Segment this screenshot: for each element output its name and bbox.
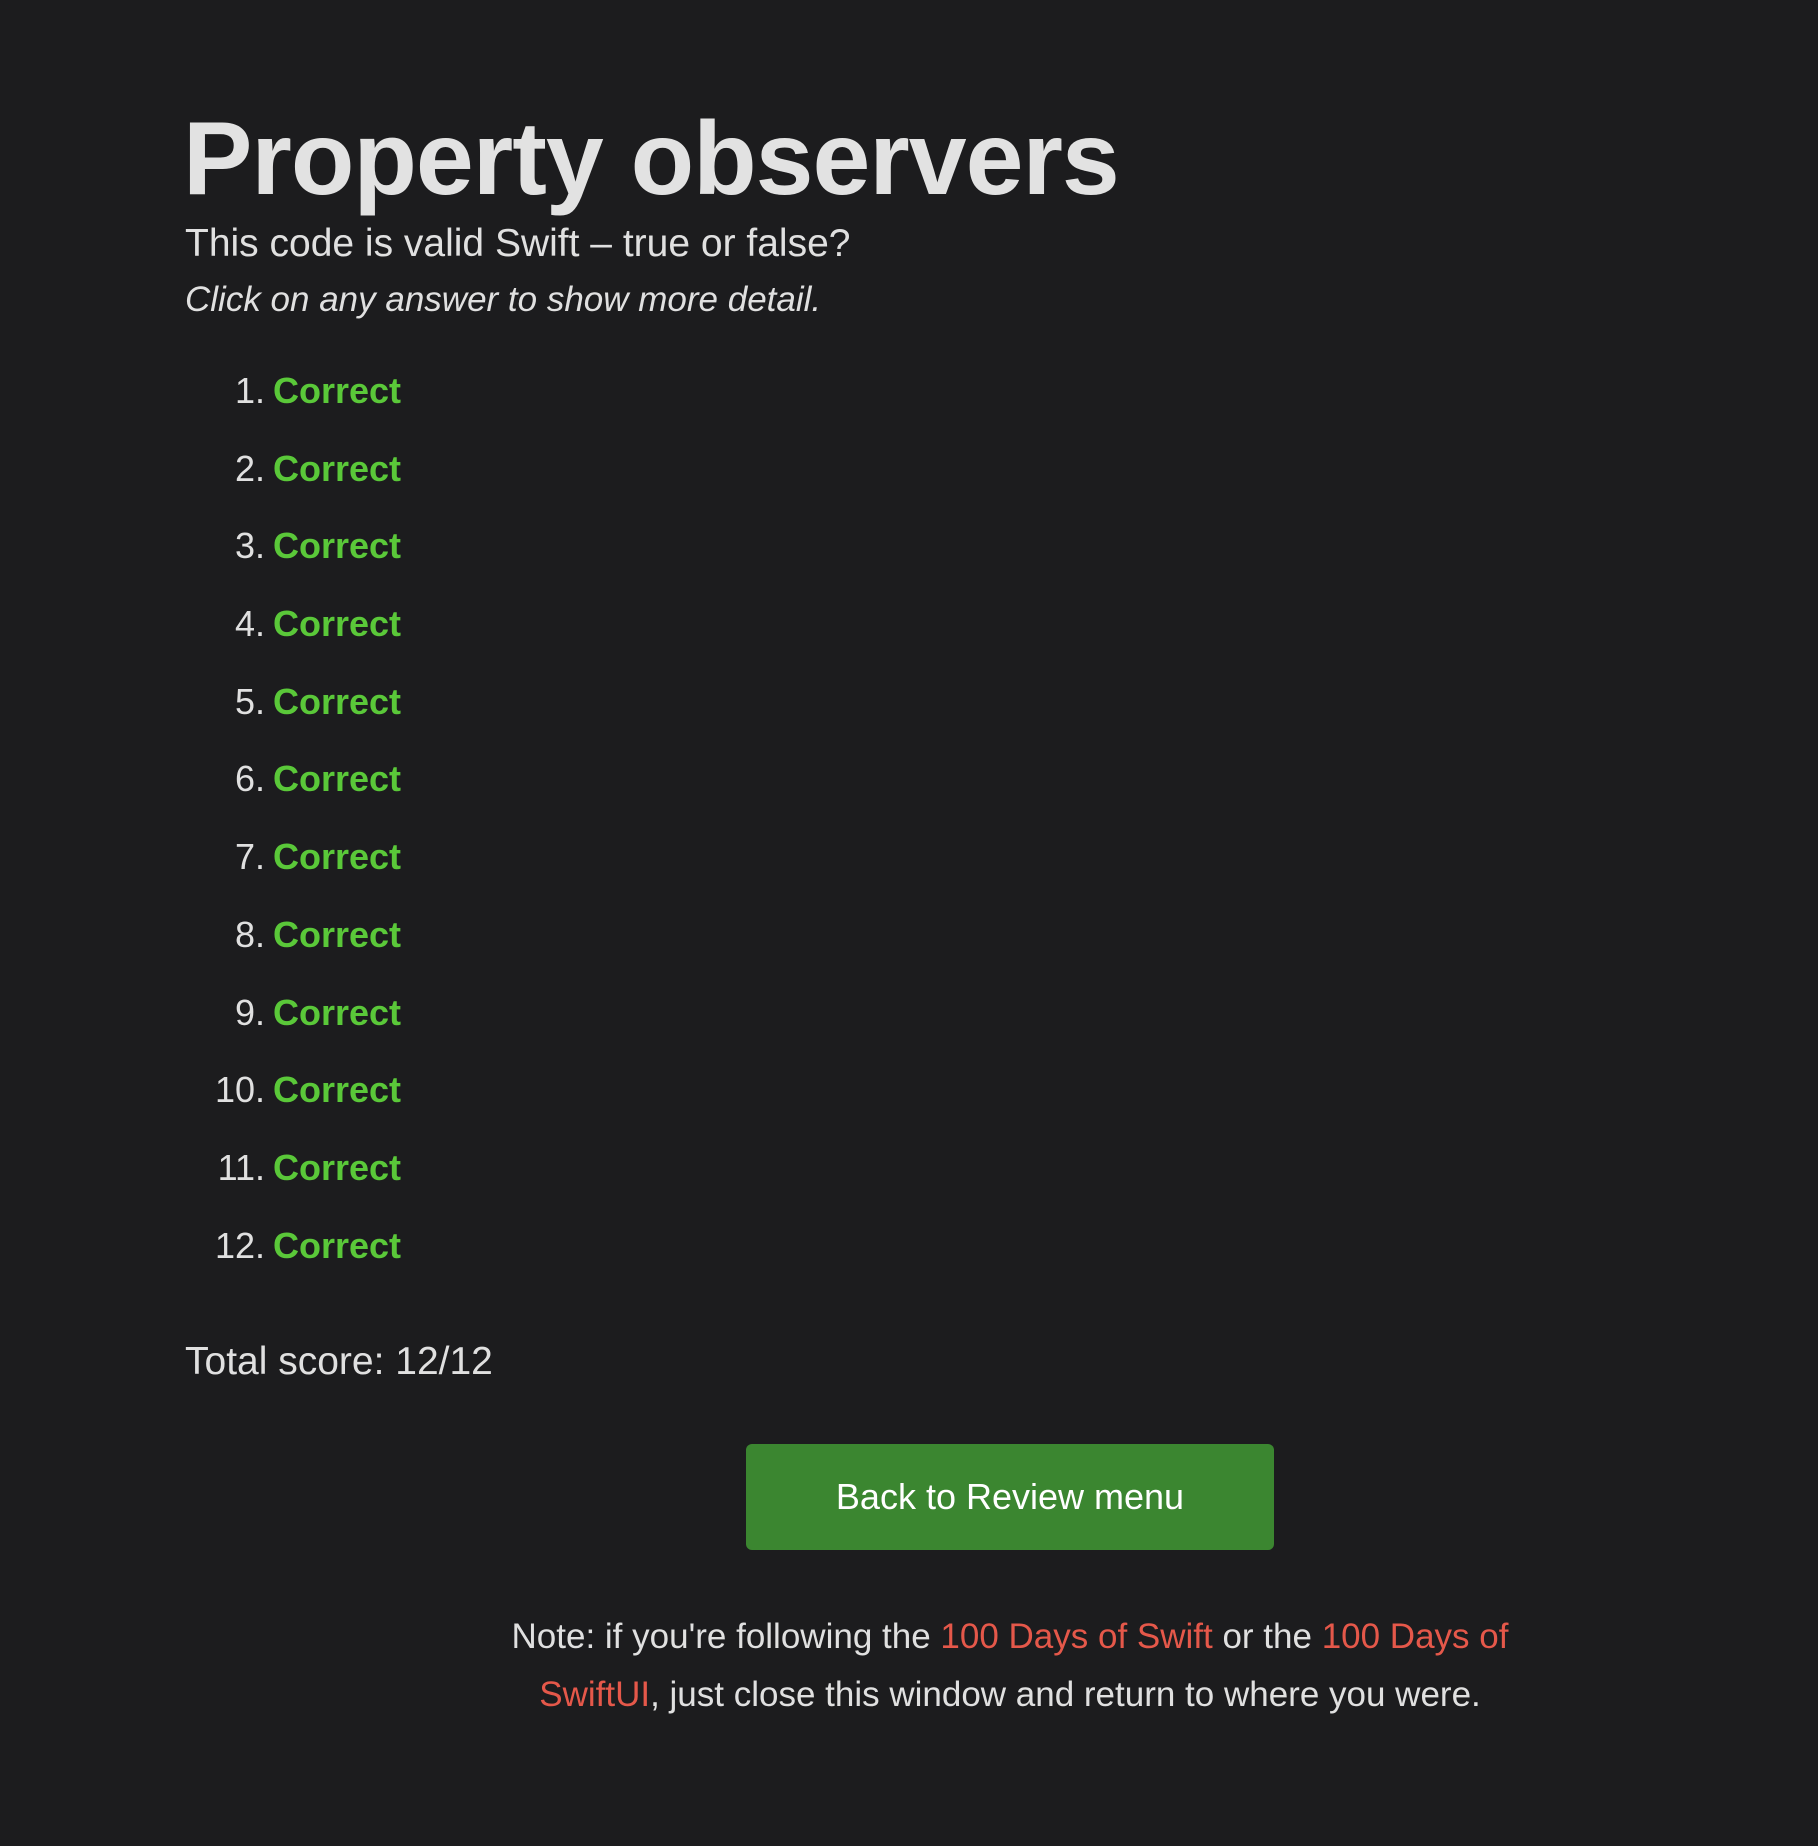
answer-result[interactable]: Correct: [273, 754, 401, 832]
link-100-days-of-swift[interactable]: 100 Days of Swift: [940, 1617, 1212, 1656]
answer-item[interactable]: 2. Correct: [185, 444, 401, 522]
answer-item[interactable]: 12. Correct: [185, 1221, 401, 1299]
answer-result[interactable]: Correct: [273, 521, 401, 599]
answer-result[interactable]: Correct: [273, 1065, 401, 1143]
answer-number: 7.: [234, 836, 265, 878]
page-title: Property observers: [183, 101, 1120, 217]
answer-number: 5.: [234, 680, 265, 722]
answer-item[interactable]: 7. Correct: [185, 832, 401, 910]
answer-number: 1.: [234, 370, 265, 411]
answer-result[interactable]: Correct: [273, 1221, 401, 1299]
answer-number: 6.: [234, 758, 265, 800]
total-score: Total score: 12/12: [185, 1340, 493, 1383]
answer-item[interactable]: 8. Correct: [185, 910, 401, 988]
answer-item[interactable]: 1. Correct: [185, 366, 401, 444]
footer-note: Note: if you're following the 100 Days o…: [500, 1608, 1520, 1724]
answer-item[interactable]: 10. Correct: [185, 1065, 401, 1143]
answer-number: 9.: [234, 991, 265, 1033]
answer-item[interactable]: 5. Correct: [185, 677, 401, 755]
answer-result[interactable]: Correct: [273, 910, 401, 988]
answer-item[interactable]: 3. Correct: [185, 521, 401, 599]
note-text: Note: if you're following the: [511, 1617, 941, 1656]
answer-result[interactable]: Correct: [273, 599, 401, 677]
answer-item[interactable]: 9. Correct: [185, 988, 401, 1066]
answer-number: 12.: [214, 1224, 265, 1266]
answer-number: 4.: [234, 603, 265, 645]
answer-number: 10.: [214, 1069, 265, 1111]
question-prompt: This code is valid Swift – true or false…: [185, 222, 851, 265]
answer-number: 3.: [234, 525, 265, 567]
answer-result[interactable]: Correct: [273, 366, 401, 444]
answer-item[interactable]: 4. Correct: [185, 599, 401, 677]
answer-item[interactable]: 6. Correct: [185, 754, 401, 832]
answer-result[interactable]: Correct: [273, 1143, 401, 1221]
answer-list: 1. Correct 2. Correct 3. Correct 4. Correct 5. Co…: [185, 366, 401, 1298]
note-text: or the: [1212, 1617, 1322, 1656]
answer-number: 2.: [234, 447, 265, 489]
answer-result[interactable]: Correct: [273, 832, 401, 910]
answer-result[interactable]: Correct: [273, 444, 401, 522]
answer-result[interactable]: Correct: [273, 988, 401, 1066]
answer-result[interactable]: Correct: [273, 677, 401, 755]
answer-number: 11.: [217, 1146, 265, 1188]
back-to-review-menu-button[interactable]: Back to Review menu: [746, 1444, 1274, 1550]
answer-number: 8.: [234, 913, 265, 955]
instruction-hint: Click on any answer to show more detail.: [185, 280, 822, 319]
note-text: , just close this window and return to w…: [650, 1675, 1481, 1714]
answer-item[interactable]: 11. Correct: [185, 1143, 401, 1221]
